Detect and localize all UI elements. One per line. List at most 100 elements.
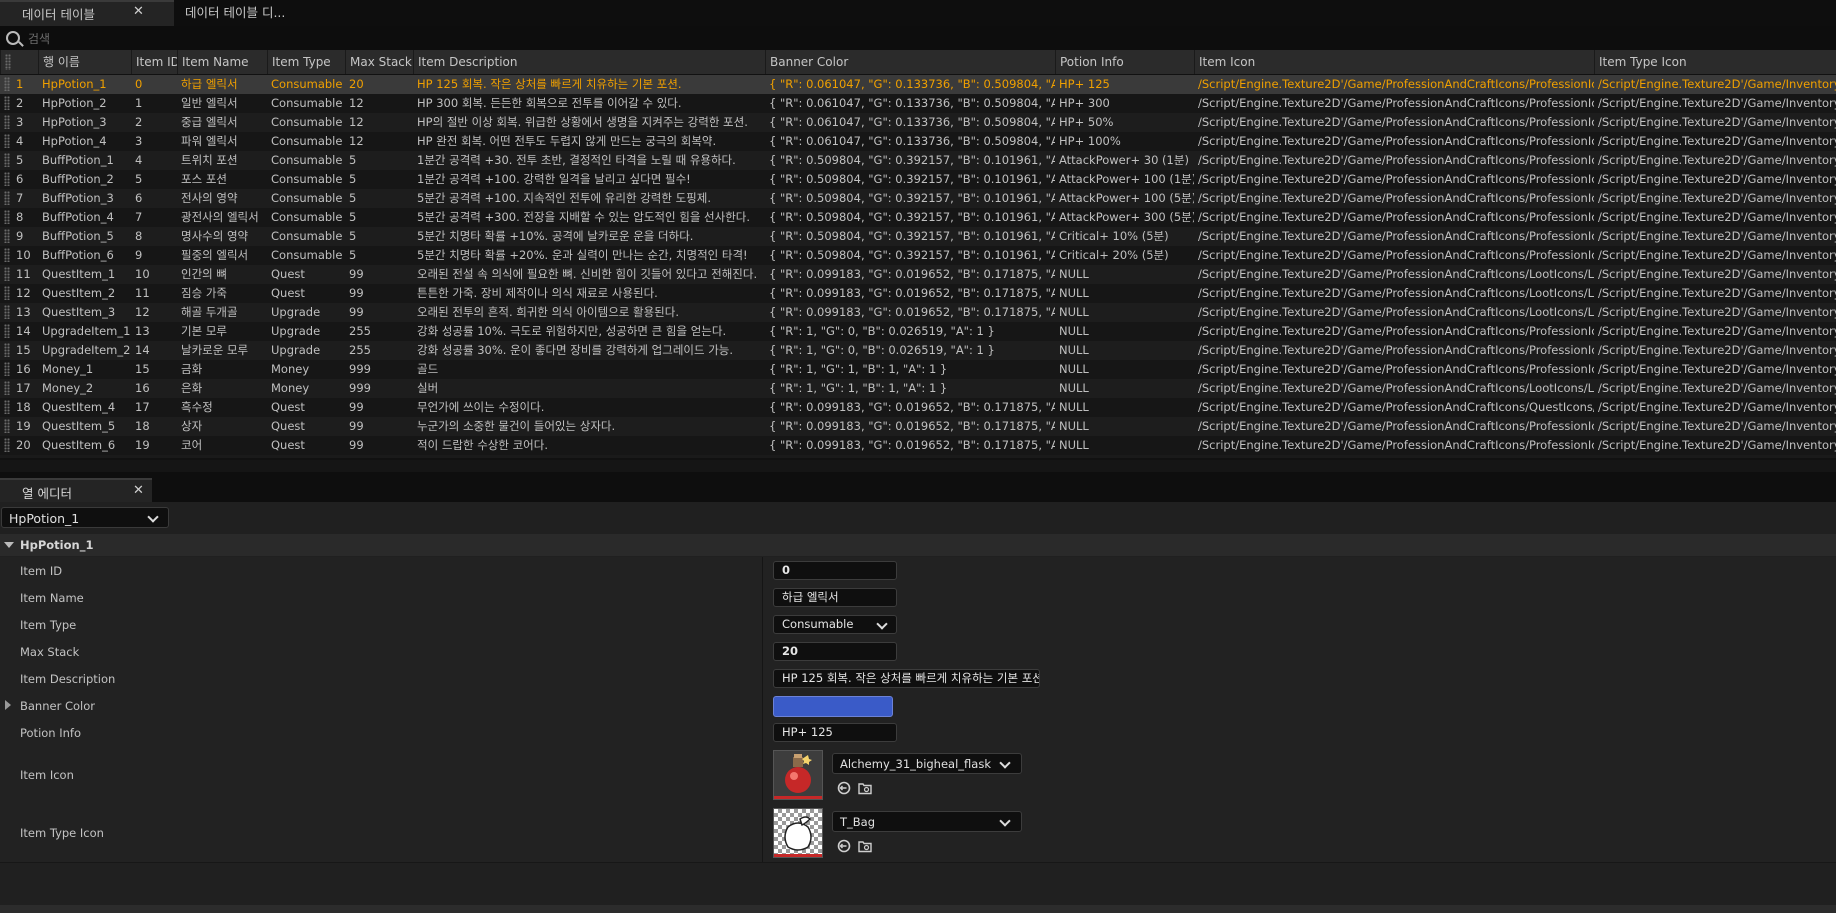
column-header-item-icon[interactable]: Item Icon	[1194, 50, 1594, 74]
drag-handle-icon[interactable]	[4, 191, 10, 205]
tab-data-table[interactable]: 데이터 테이블	[0, 0, 174, 26]
cell-item-type-icon: /Script/Engine.Texture2D'/Game/Inventory…	[1598, 153, 1836, 167]
table-row[interactable]: 2 HpPotion_2 1 일반 엘릭서 Consumable 12 HP 300 회복.…	[0, 94, 1836, 113]
table-row[interactable]: 14 UpgradeItem_1 13 기본 모루 Upgrade 255 강화 성공률 1…	[0, 322, 1836, 341]
drag-handle-icon[interactable]	[4, 419, 10, 433]
column-header-item-type[interactable]: Item Type	[267, 50, 345, 74]
row-select-dropdown[interactable]: HpPotion_1	[1, 507, 169, 528]
search-input[interactable]	[26, 29, 1810, 49]
drag-handle-icon[interactable]	[4, 96, 10, 110]
drag-handle-icon[interactable]	[4, 172, 10, 186]
splitter[interactable]	[762, 611, 763, 638]
browse-to-asset-icon[interactable]	[858, 839, 872, 853]
item-type-icon-asset-name: T_Bag	[840, 815, 876, 829]
item-id-field[interactable]: 0	[773, 561, 897, 580]
drag-handle-icon[interactable]	[4, 153, 10, 167]
table-row[interactable]: 17 Money_2 16 은화 Money 999 실버 { "R": 1, "G": 1,…	[0, 379, 1836, 398]
drag-handle-icon[interactable]	[4, 305, 10, 319]
column-header-item-name[interactable]: Item Name	[177, 50, 267, 74]
table-row[interactable]: 9 BuffPotion_5 8 명사수의 영약 Consumable 5 5분간 치명타 …	[0, 227, 1836, 246]
splitter[interactable]	[762, 746, 763, 804]
cell-row-name: BuffPotion_3	[42, 191, 114, 205]
item-description-field[interactable]: HP 125 회복. 작은 상처를 빠르게 치유하는 기본 포션.	[773, 669, 1040, 688]
drag-handle-icon[interactable]	[4, 248, 10, 262]
drag-handle-icon[interactable]	[4, 229, 10, 243]
column-header-banner-color[interactable]: Banner Color	[765, 50, 1055, 74]
item-type-icon-thumbnail[interactable]	[773, 808, 823, 858]
max-stack-field[interactable]: 20	[773, 642, 897, 661]
column-header-item-description[interactable]: Item Description	[413, 50, 765, 74]
item-type-icon-asset-picker[interactable]: T_Bag	[832, 811, 1022, 832]
table-row[interactable]: 3 HpPotion_3 2 중급 엘릭서 Consumable 12 HP의 절반 이상 …	[0, 113, 1836, 132]
column-header-item-type-icon[interactable]: Item Type Icon	[1594, 50, 1836, 74]
cell-row-number: 1	[16, 77, 24, 91]
table-row[interactable]: 6 BuffPotion_2 5 포스 포션 Consumable 5 1분간 공격력 +1…	[0, 170, 1836, 189]
drag-handle-icon[interactable]	[4, 77, 10, 91]
use-selected-asset-icon[interactable]	[837, 781, 851, 795]
splitter[interactable]	[762, 584, 763, 611]
cell-item-id: 17	[135, 400, 150, 414]
column-header-item-id[interactable]: Item ID	[131, 50, 177, 74]
banner-color-swatch[interactable]	[773, 696, 893, 717]
cell-item-icon: /Script/Engine.Texture2D'/Game/Professio…	[1198, 77, 1594, 91]
table-row[interactable]: 7 BuffPotion_3 6 전사의 영약 Consumable 5 5분간 공격력 +…	[0, 189, 1836, 208]
splitter[interactable]	[762, 665, 763, 692]
table-row[interactable]: 10 BuffPotion_6 9 필중의 엘릭서 Consumable 5 5분간 치명타…	[0, 246, 1836, 265]
table-row[interactable]: 5 BuffPotion_1 4 트위치 포션 Consumable 5 1분간 공격력 +…	[0, 151, 1836, 170]
column-header-row-name[interactable]: 행 이름	[38, 50, 131, 74]
table-row[interactable]: 19 QuestItem_5 18 상자 Quest 99 누군가의 소중한 물건이 들어있…	[0, 417, 1836, 436]
table-row[interactable]: 13 QuestItem_3 12 해골 두개골 Upgrade 99 오래된 전투의 흔적…	[0, 303, 1836, 322]
cell-row-name: QuestItem_3	[42, 305, 116, 319]
splitter[interactable]	[762, 692, 763, 719]
drag-handle-icon[interactable]	[4, 115, 10, 129]
column-header-row-number[interactable]	[0, 50, 38, 74]
drag-handle-icon[interactable]	[4, 381, 10, 395]
expand-arrow-icon[interactable]	[5, 700, 11, 710]
collapse-arrow-icon[interactable]	[4, 542, 14, 548]
tab-row-editor[interactable]: 열 에디터 ✕	[0, 478, 152, 504]
use-selected-asset-icon[interactable]	[837, 839, 851, 853]
item-icon-asset-picker[interactable]: Alchemy_31_bigheal_flask	[832, 753, 1022, 774]
close-icon[interactable]: ✕	[133, 483, 144, 498]
drag-handle-icon[interactable]	[4, 267, 10, 281]
table-row[interactable]: 12 QuestItem_2 11 짐승 가죽 Quest 99 튼튼한 가죽. 장비 제작…	[0, 284, 1836, 303]
table-row[interactable]: 16 Money_1 15 금화 Money 999 골드 { "R": 1, "G": 1,…	[0, 360, 1836, 379]
item-type-dropdown[interactable]: Consumable	[773, 615, 897, 634]
cell-item-icon: /Script/Engine.Texture2D'/Game/Professio…	[1198, 286, 1594, 300]
close-icon[interactable]: ✕	[133, 4, 144, 19]
drag-handle-icon[interactable]	[4, 343, 10, 357]
drag-handle-icon[interactable]	[4, 400, 10, 414]
table-row[interactable]: 1 HpPotion_1 0 하급 엘릭서 Consumable 20 HP 125 회복.…	[0, 75, 1836, 94]
table-row[interactable]: 8 BuffPotion_4 7 광전사의 엘릭서 Consumable 5 5분간 공격력…	[0, 208, 1836, 227]
potion-info-field[interactable]: HP+ 125	[773, 723, 897, 742]
item-name-field[interactable]: 하급 엘릭서	[773, 588, 897, 607]
cell-row-number: 10	[16, 248, 31, 262]
property-row-item-id: Item ID 0	[0, 557, 1836, 585]
splitter[interactable]	[762, 557, 763, 584]
drag-handle-icon[interactable]	[4, 362, 10, 376]
table-row[interactable]: 15 UpgradeItem_2 14 날카로운 모루 Upgrade 255 강화 성공률…	[0, 341, 1836, 360]
tab-data-table-definition[interactable]: 데이터 테이블 디...	[163, 0, 335, 26]
splitter[interactable]	[762, 804, 763, 862]
splitter[interactable]	[762, 719, 763, 746]
item-icon-thumbnail[interactable]	[773, 750, 823, 800]
cell-row-number: 14	[16, 324, 31, 338]
drag-handle-icon[interactable]	[4, 134, 10, 148]
drag-handle-icon[interactable]	[4, 286, 10, 300]
table-row[interactable]: 4 HpPotion_4 3 파워 엘릭서 Consumable 12 HP 완전 회복. …	[0, 132, 1836, 151]
column-header-max-stack[interactable]: Max Stack	[345, 50, 413, 74]
drag-handle-icon[interactable]	[4, 210, 10, 224]
splitter[interactable]	[762, 638, 763, 665]
drag-handle-icon[interactable]	[4, 324, 10, 338]
browse-to-asset-icon[interactable]	[858, 781, 872, 795]
cell-banner-color: { "R": 0.509804, "G": 0.392157, "B": 0.1…	[769, 248, 1055, 262]
horizontal-scrollbar[interactable]	[0, 458, 1836, 460]
table-row[interactable]: 20 QuestItem_6 19 코어 Quest 99 적이 드랍한 수상한 코어다. {…	[0, 436, 1836, 455]
table-row[interactable]: 18 QuestItem_4 17 흑수정 Quest 99 무언가에 쓰이는 수정이다. {…	[0, 398, 1836, 417]
column-header-potion-info[interactable]: Potion Info	[1055, 50, 1194, 74]
cell-item-type: Quest	[271, 286, 305, 300]
cell-row-name: Money_2	[42, 381, 94, 395]
row-section-header[interactable]: HpPotion_1	[0, 534, 1836, 556]
drag-handle-icon[interactable]	[4, 438, 10, 452]
table-row[interactable]: 11 QuestItem_1 10 인간의 뼈 Quest 99 오래된 전설 속 의식에 …	[0, 265, 1836, 284]
